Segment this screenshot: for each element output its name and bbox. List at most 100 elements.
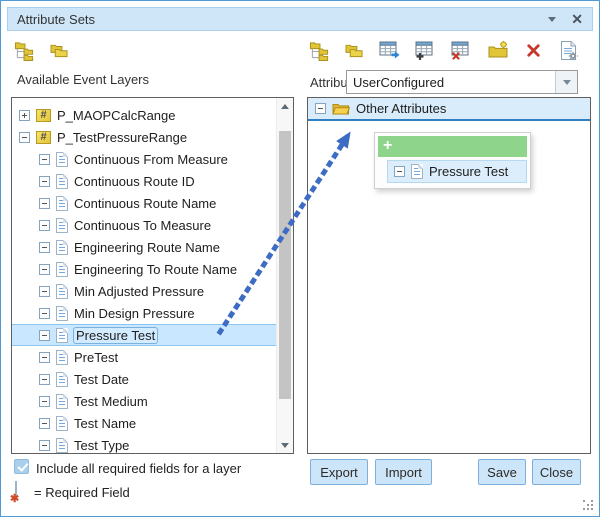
tree-item-label: Engineering To Route Name	[74, 262, 237, 277]
window-title: Attribute Sets	[17, 12, 95, 27]
collapse-caret-icon[interactable]	[548, 17, 556, 22]
expander-minus-icon[interactable]	[39, 286, 50, 297]
combobox-dropdown-arrow[interactable]	[555, 71, 577, 93]
new-folder-button[interactable]	[483, 37, 513, 63]
import-button[interactable]: Import	[375, 459, 432, 485]
expander-minus-icon[interactable]	[39, 308, 50, 319]
collapse-attributes-folders-icon	[344, 42, 365, 59]
field-document-icon	[56, 350, 68, 365]
tree-item-label: P_MAOPCalcRange	[57, 108, 176, 123]
table-remove-icon	[451, 40, 473, 60]
drop-plus-sign: +	[383, 137, 392, 154]
expander-minus-icon[interactable]	[39, 154, 50, 165]
resize-grip[interactable]	[583, 500, 595, 512]
expander-minus-icon[interactable]	[39, 418, 50, 429]
vertical-scrollbar[interactable]	[276, 98, 293, 453]
attribute-set-panel: Other Attributes + Pressure Test	[307, 97, 591, 454]
table-load-icon	[379, 40, 401, 60]
expand-layers-tree-button[interactable]	[9, 37, 39, 63]
tree-item[interactable]: Engineering Route Name	[12, 236, 276, 258]
tree-item[interactable]: Test Type	[12, 434, 276, 453]
tree-item[interactable]: Engineering To Route Name	[12, 258, 276, 280]
expander-minus-icon[interactable]	[39, 440, 50, 451]
scroll-up-arrow-icon[interactable]	[277, 98, 293, 114]
tree-item-selected[interactable]: Pressure Test	[12, 324, 276, 346]
drag-preview-item: Pressure Test	[387, 160, 527, 183]
field-document-icon	[56, 372, 68, 387]
expand-attributes-tree-button[interactable]	[304, 37, 334, 63]
tree-item-label: Engineering Route Name	[74, 240, 220, 255]
document-settings-button[interactable]	[554, 37, 584, 63]
expander-minus-icon[interactable]	[39, 198, 50, 209]
tree-item[interactable]: PreTest	[12, 346, 276, 368]
expander-minus-icon	[394, 166, 405, 177]
table-remove-button[interactable]	[447, 37, 477, 63]
tree-item[interactable]: Test Medium	[12, 390, 276, 412]
table-add-button[interactable]	[411, 37, 441, 63]
attribute-sets-dialog: Attribute Sets	[0, 0, 600, 517]
required-field-legend-text: = Required Field	[34, 485, 130, 500]
close-button[interactable]: Close	[532, 459, 581, 485]
expander-minus-icon[interactable]	[39, 396, 50, 407]
collapse-layers-folders-button[interactable]	[44, 37, 74, 63]
expander-minus-icon[interactable]	[39, 264, 50, 275]
tree-item[interactable]: Min Adjusted Pressure	[12, 280, 276, 302]
tree-item[interactable]: Continuous To Measure	[12, 214, 276, 236]
expander-minus-icon[interactable]	[315, 103, 326, 114]
folder-label: Other Attributes	[356, 101, 446, 116]
scrollbar-thumb[interactable]	[279, 131, 291, 399]
delete-icon	[525, 42, 542, 59]
collapse-layers-folders-icon	[49, 42, 70, 59]
scroll-down-arrow-icon[interactable]	[277, 437, 293, 453]
expander-minus-icon[interactable]	[39, 374, 50, 385]
open-folder-icon	[332, 102, 350, 116]
field-document-icon	[56, 196, 68, 211]
field-document-icon	[56, 438, 68, 453]
tree-item-label: Test Date	[74, 372, 129, 387]
expander-minus-icon[interactable]	[39, 220, 50, 231]
tree-item[interactable]: Continuous From Measure	[12, 148, 276, 170]
available-event-layers-heading: Available Event Layers	[17, 72, 149, 87]
tree-item-label: Continuous From Measure	[74, 152, 228, 167]
field-document-icon	[56, 152, 68, 167]
required-field-icon	[15, 481, 17, 500]
expand-attributes-tree-icon	[309, 40, 330, 61]
export-button[interactable]: Export	[310, 459, 368, 485]
tree-item[interactable]: Test Date	[12, 368, 276, 390]
save-button[interactable]: Save	[478, 459, 526, 485]
tree-item-label: Min Adjusted Pressure	[74, 284, 204, 299]
expander-plus-icon[interactable]	[19, 110, 30, 121]
expander-minus-icon[interactable]	[39, 352, 50, 363]
tree-item-label: P_TestPressureRange	[57, 130, 187, 145]
attribute-set-combobox[interactable]: UserConfigured	[346, 70, 578, 94]
expander-minus-icon[interactable]	[39, 330, 50, 341]
close-icon[interactable]	[571, 12, 583, 26]
table-load-button[interactable]	[375, 37, 405, 63]
tree-item[interactable]: Test Name	[12, 412, 276, 434]
tree-item[interactable]: Min Design Pressure	[12, 302, 276, 324]
expander-minus-icon[interactable]	[39, 176, 50, 187]
tree-item-label: Min Design Pressure	[74, 306, 195, 321]
tree-item[interactable]: P_TestPressureRange	[12, 126, 276, 148]
tree-item-label: Continuous Route ID	[74, 174, 195, 189]
tree-item[interactable]: Continuous Route Name	[12, 192, 276, 214]
delete-button[interactable]	[518, 37, 548, 63]
collapse-attributes-folders-button[interactable]	[340, 37, 370, 63]
tree-item-other-attributes[interactable]: Other Attributes	[308, 98, 590, 121]
field-document-icon	[56, 328, 68, 343]
attributes-toolbar	[304, 37, 584, 63]
event-layers-tree: P_MAOPCalcRange P_TestPressureRange Cont…	[12, 98, 276, 453]
tree-item-label: Continuous To Measure	[74, 218, 211, 233]
field-document-icon	[411, 164, 423, 179]
tree-item[interactable]: P_MAOPCalcRange	[12, 104, 276, 126]
include-required-checkbox[interactable]	[14, 459, 29, 474]
tree-item[interactable]: Continuous Route ID	[12, 170, 276, 192]
tree-item-label: Test Type	[74, 438, 129, 453]
expand-layers-tree-icon	[14, 40, 35, 61]
required-field-legend-icon	[15, 482, 17, 500]
drag-preview: + Pressure Test	[374, 132, 531, 189]
field-document-icon	[56, 284, 68, 299]
expander-minus-icon[interactable]	[19, 132, 30, 143]
expander-minus-icon[interactable]	[39, 242, 50, 253]
include-required-label: Include all required fields for a layer	[36, 461, 241, 476]
